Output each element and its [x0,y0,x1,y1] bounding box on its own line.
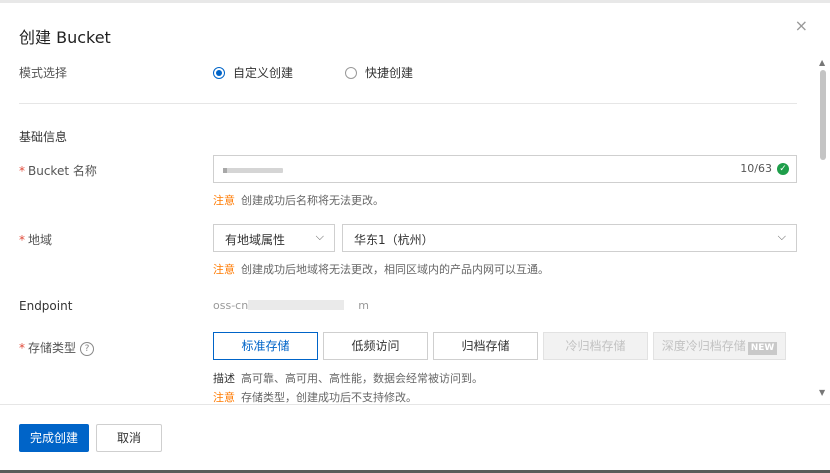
region-select[interactable]: 华东1（杭州） ⌵ [342,224,797,252]
label-text: Bucket 名称 [28,164,97,178]
bucket-name-input[interactable]: 10/63 ✓ [213,155,797,183]
bucket-name-label: * Bucket 名称 [19,162,97,179]
scroll-up-arrow-icon[interactable]: ▲ [819,58,825,67]
char-counter: 10/63 [740,162,772,175]
top-border [0,0,830,3]
label-text: 地域 [28,233,53,247]
note-prefix: 注意 [213,194,235,207]
scroll-down-arrow-icon[interactable]: ▼ [819,388,825,397]
radio-checked-icon [213,66,225,79]
storage-deep-cold-archive-button: 深度冷归档存储 NEW [653,332,786,360]
scrollbar-thumb[interactable] [820,70,826,160]
storage-type-label: * 存储类型? [19,339,95,356]
dialog-title: 创建 Bucket [19,28,111,47]
cancel-button[interactable]: 取消 [96,424,162,452]
radio-custom-create[interactable]: 自定义创建 [213,64,293,81]
required-mark: * [19,341,25,355]
select-value: 有地域属性 [225,233,286,247]
storage-standard-button[interactable]: 标准存储 [213,332,318,360]
storage-cold-archive-button: 冷归档存储 [543,332,648,360]
storage-archive-button[interactable]: 归档存储 [433,332,538,360]
new-badge: NEW [747,342,778,355]
masked-value [223,168,283,173]
radio-quick-create[interactable]: 快捷创建 [345,64,413,81]
region-label: * 地域 [19,231,52,248]
confirm-create-button[interactable]: 完成创建 [19,424,89,452]
footer-divider [0,404,830,405]
help-icon[interactable]: ? [80,342,95,356]
storage-infrequent-button[interactable]: 低频访问 [323,332,428,360]
radio-label: 快捷创建 [365,66,414,80]
storage-note: 注意 存储类型，创建成功后不支持修改。 [213,389,417,405]
radio-label: 自定义创建 [233,66,294,80]
button-label: 深度冷归档存储 [661,339,746,353]
region-note: 注意 创建成功后地域将无法更改，相同区域内的产品内网可以互通。 [213,261,549,277]
note-text: 存储类型，创建成功后不支持修改。 [241,391,417,404]
label-text: 存储类型 [28,341,77,355]
radio-unchecked-icon [345,66,357,79]
select-value: 华东1（杭州） [354,233,434,247]
required-mark: * [19,164,25,178]
masked-endpoint [248,300,344,310]
chevron-down-icon: ⌵ [777,230,786,243]
note-text: 创建成功后地域将无法更改，相同区域内的产品内网可以互通。 [241,263,549,276]
mode-label: 模式选择 [19,66,68,80]
chevron-down-icon: ⌵ [315,230,324,243]
note-prefix: 注意 [213,391,235,404]
endpoint-prefix: oss-cn [213,299,249,312]
desc-text: 高可靠、高可用、高性能，数据会经常被访问到。 [241,372,483,385]
endpoint-label: Endpoint [19,299,73,313]
required-mark: * [19,233,25,247]
desc-prefix: 描述 [213,372,235,385]
note-text: 创建成功后名称将无法更改。 [241,194,384,207]
close-icon[interactable]: × [795,16,808,35]
region-attribute-select[interactable]: 有地域属性 ⌵ [213,224,335,252]
section-divider [19,103,797,104]
valid-check-icon: ✓ [777,163,789,175]
endpoint-suffix: m [358,299,369,312]
storage-description: 描述 高可靠、高可用、高性能，数据会经常被访问到。 [213,370,483,386]
basic-info-heading: 基础信息 [19,130,68,144]
note-prefix: 注意 [213,263,235,276]
bucket-name-note: 注意 创建成功后名称将无法更改。 [213,192,384,208]
